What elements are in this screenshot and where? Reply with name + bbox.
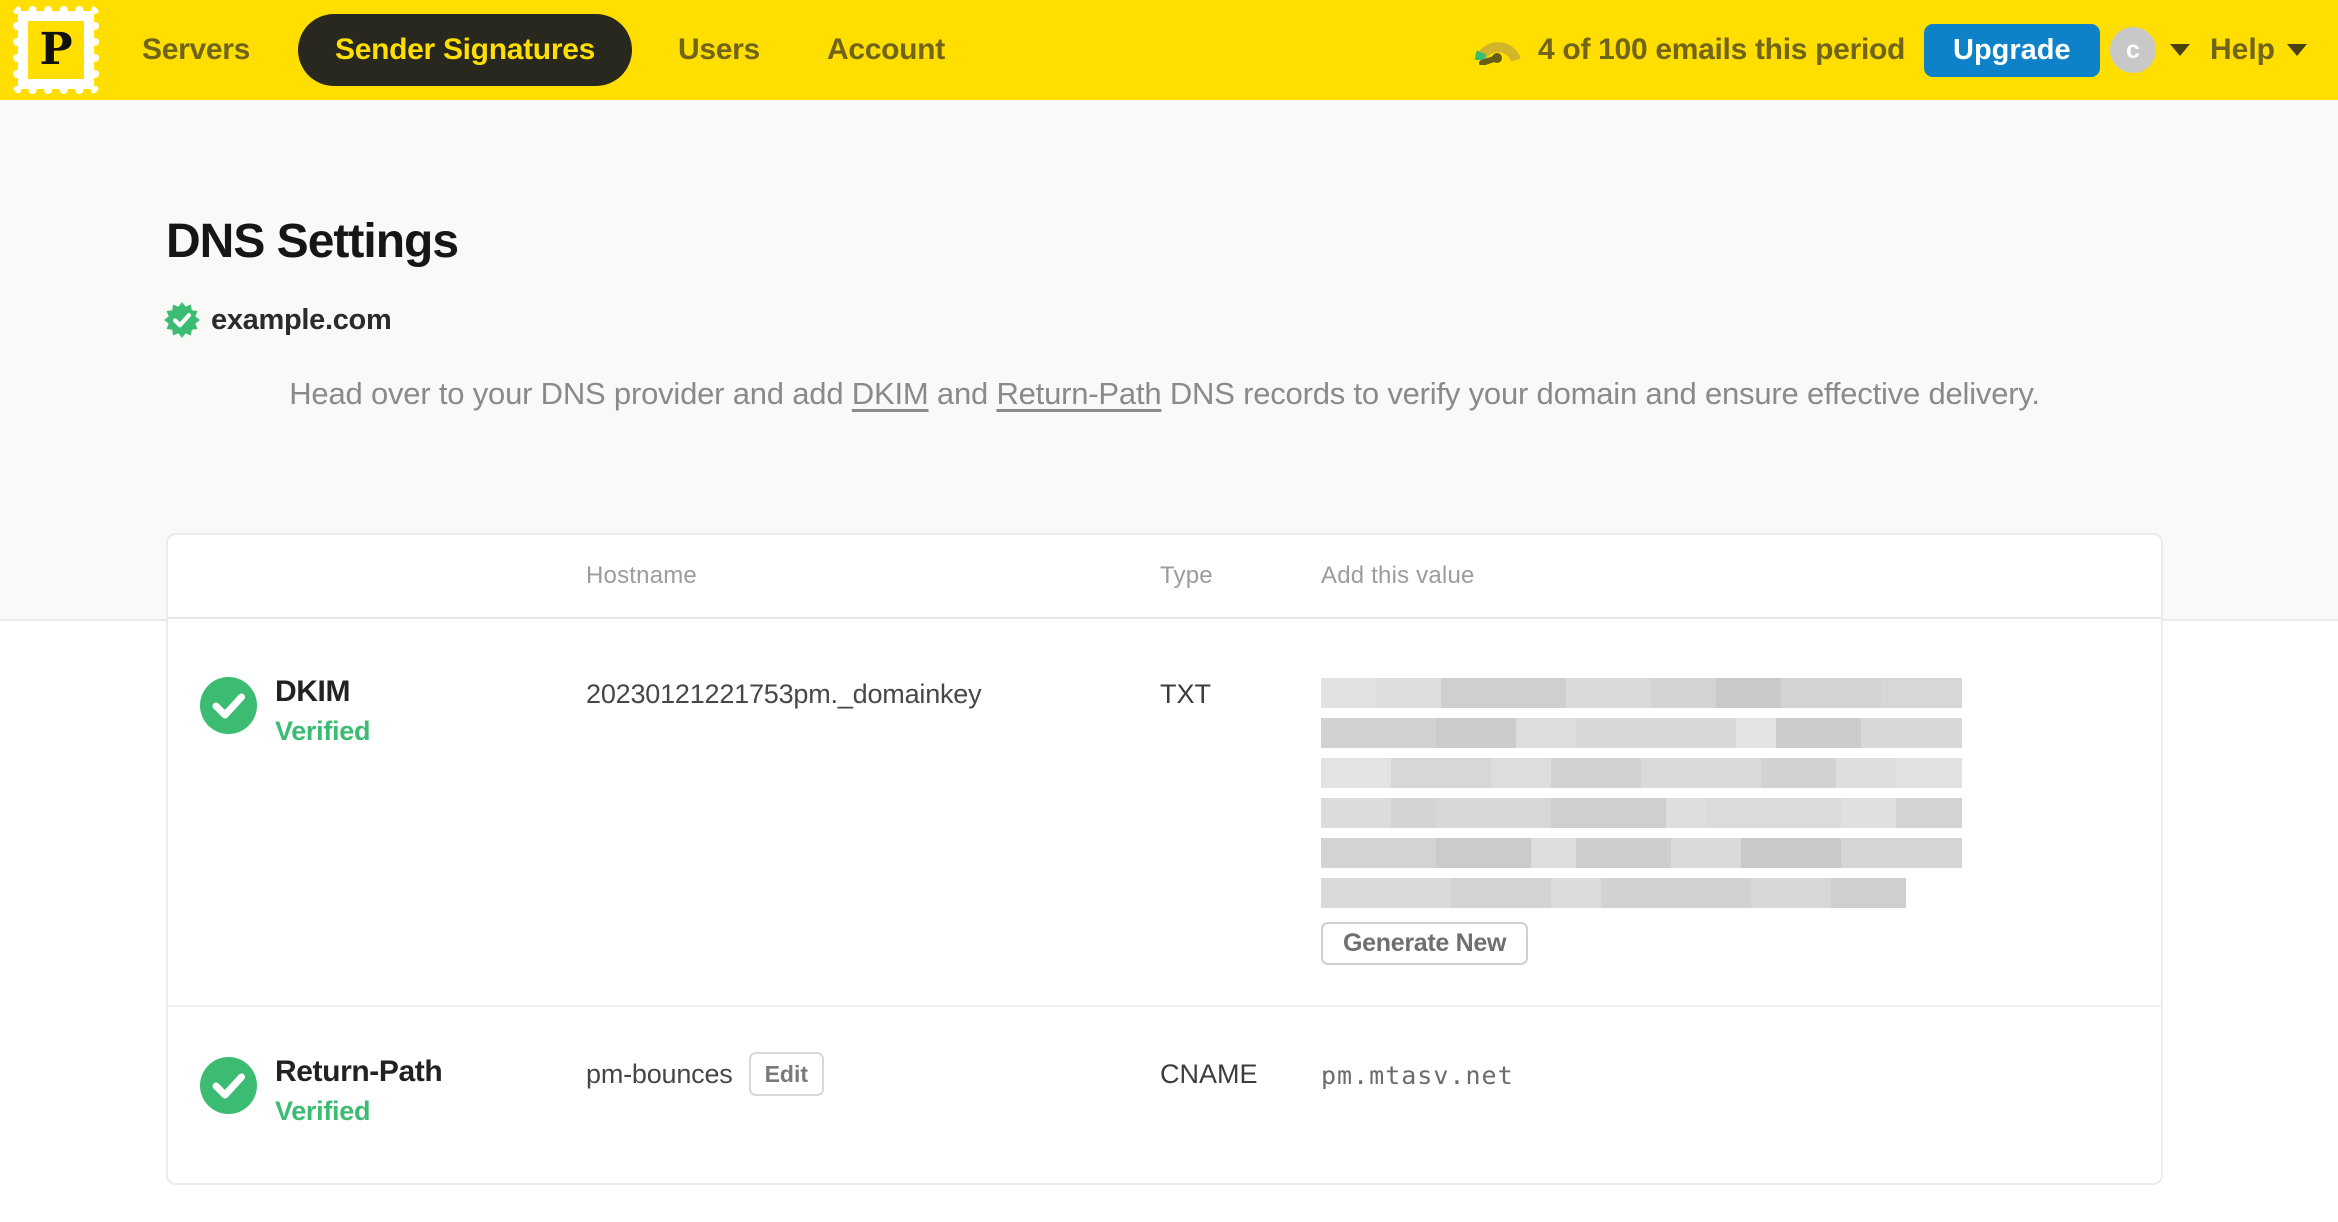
nav-item-users[interactable]: Users [678,0,760,100]
generate-new-button[interactable]: Generate New [1321,922,1529,965]
dns-records-card: Hostname Type Add this value DKIM Verifi… [166,533,2163,1185]
description-text: DNS records to verify your domain and en… [1161,376,2040,411]
gauge-icon [1475,42,1521,65]
verified-check-icon [200,677,257,734]
table-header-row: Hostname Type Add this value [168,535,2161,619]
redacted-value-row [1321,798,1962,828]
table-row-return-path: Return-Path Verified pm-bounces Edit CNA… [168,1007,2161,1181]
postmark-logo[interactable]: P [13,6,99,94]
table-row-dkim: DKIM Verified 20230121221753pm._domainke… [168,619,2161,1007]
logo-letter: P [39,24,73,75]
nav-item-label: Account [827,33,945,66]
record-hostname: pm-bounces [586,1059,733,1089]
redacted-value-row [1321,758,1962,788]
nav-item-sender-signatures[interactable]: Sender Signatures [298,14,632,86]
chevron-down-icon [2287,44,2308,56]
record-name: Return-Path [275,1055,443,1088]
postmark-logo-stamp: P [28,21,84,79]
description-text: Head over to your DNS provider and add [289,376,852,411]
record-value-redacted: Generate New [1321,619,2161,1005]
column-header-hostname: Hostname [586,562,697,589]
record-type: TXT [1160,679,1211,709]
column-header-value: Add this value [1321,562,1475,589]
verified-domain: example.com [163,301,392,339]
avatar: c [2110,27,2156,73]
verified-seal-icon [164,302,200,338]
record-status: Verified [275,1096,371,1126]
nav-item-account[interactable]: Account [827,0,945,100]
redacted-value-row [1321,878,1906,908]
record-status: Verified [275,716,371,746]
help-menu[interactable]: Help [2210,0,2308,100]
nav-item-label: Servers [142,33,250,66]
return-path-link[interactable]: Return-Path [996,376,1161,411]
usage-text: 4 of 100 emails this period [1538,33,1906,66]
chevron-down-icon [2170,44,2190,56]
dkim-link[interactable]: DKIM [852,376,929,411]
record-type: CNAME [1160,1059,1258,1089]
redacted-value-row [1321,718,1962,748]
record-name: DKIM [275,675,351,708]
help-label: Help [2210,33,2276,66]
upgrade-button-label: Upgrade [1953,34,2071,66]
column-header-type: Type [1160,562,1213,589]
usage-meter: 4 of 100 emails this period [1474,0,1905,100]
avatar-letter: c [2126,35,2140,64]
nav-item-label: Users [678,33,760,66]
record-value: pm.mtasv.net [1321,1061,1514,1090]
nav-item-label: Sender Signatures [335,33,595,66]
record-hostname: 20230121221753pm._domainkey [586,679,982,709]
nav-item-servers[interactable]: Servers [142,0,250,100]
page-title: DNS Settings [166,215,459,268]
account-avatar-menu[interactable]: c [2110,0,2190,100]
domain-name: example.com [211,303,392,336]
upgrade-button[interactable]: Upgrade [1924,24,2100,77]
redacted-value-row [1321,678,1962,708]
verified-check-icon [200,1057,257,1114]
generate-new-label: Generate New [1343,929,1507,957]
edit-hostname-button[interactable]: Edit [748,1052,825,1096]
edit-button-label: Edit [764,1060,809,1087]
description-text: and [928,376,997,411]
top-navbar: P Servers Sender Signatures Users Accoun… [0,0,2338,100]
redacted-value-row [1321,838,1962,868]
page-description: Head over to your DNS provider and add D… [166,370,2163,418]
